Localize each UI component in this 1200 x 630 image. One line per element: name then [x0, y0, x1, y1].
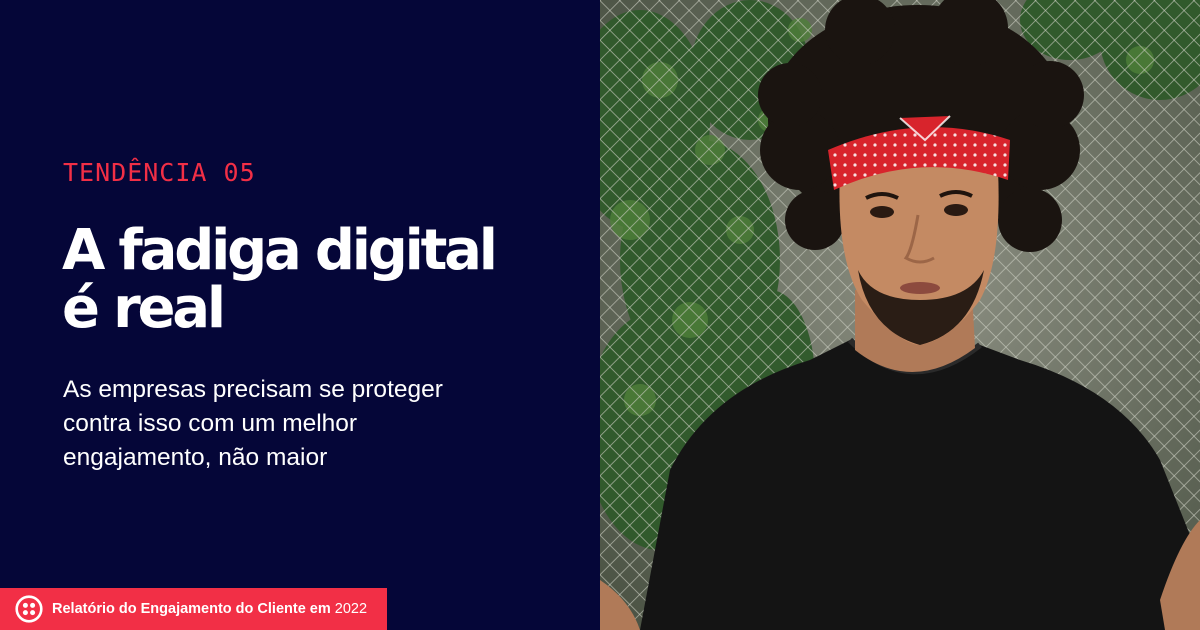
- twilio-logo-icon: [15, 595, 43, 623]
- subheadline-line-3: engajamento, não maior: [63, 444, 328, 471]
- headline-line-2: é real: [62, 276, 226, 341]
- report-title: Relatório do Engajamento do Cliente em 2…: [52, 601, 367, 617]
- report-title-text: Relatório do Engajamento do Cliente em: [52, 601, 331, 617]
- text-panel: TENDÊNCIA 05 A fadiga digital é real As …: [0, 0, 600, 630]
- banner: TENDÊNCIA 05 A fadiga digital é real As …: [0, 0, 1200, 630]
- trend-label: TENDÊNCIA 05: [63, 158, 256, 187]
- headline: A fadiga digital é real: [62, 222, 582, 338]
- portrait-illustration: [600, 0, 1200, 630]
- report-footer-bar: Relatório do Engajamento do Cliente em 2…: [0, 588, 387, 630]
- subheadline-line-1: As empresas precisam se proteger: [63, 376, 443, 403]
- subheadline: As empresas precisam se proteger contra …: [63, 373, 533, 475]
- portrait-photo: [600, 0, 1200, 630]
- subheadline-line-2: contra isso com um melhor: [63, 410, 358, 437]
- report-year: 2022: [334, 601, 368, 617]
- headline-line-1: A fadiga digital: [62, 218, 498, 283]
